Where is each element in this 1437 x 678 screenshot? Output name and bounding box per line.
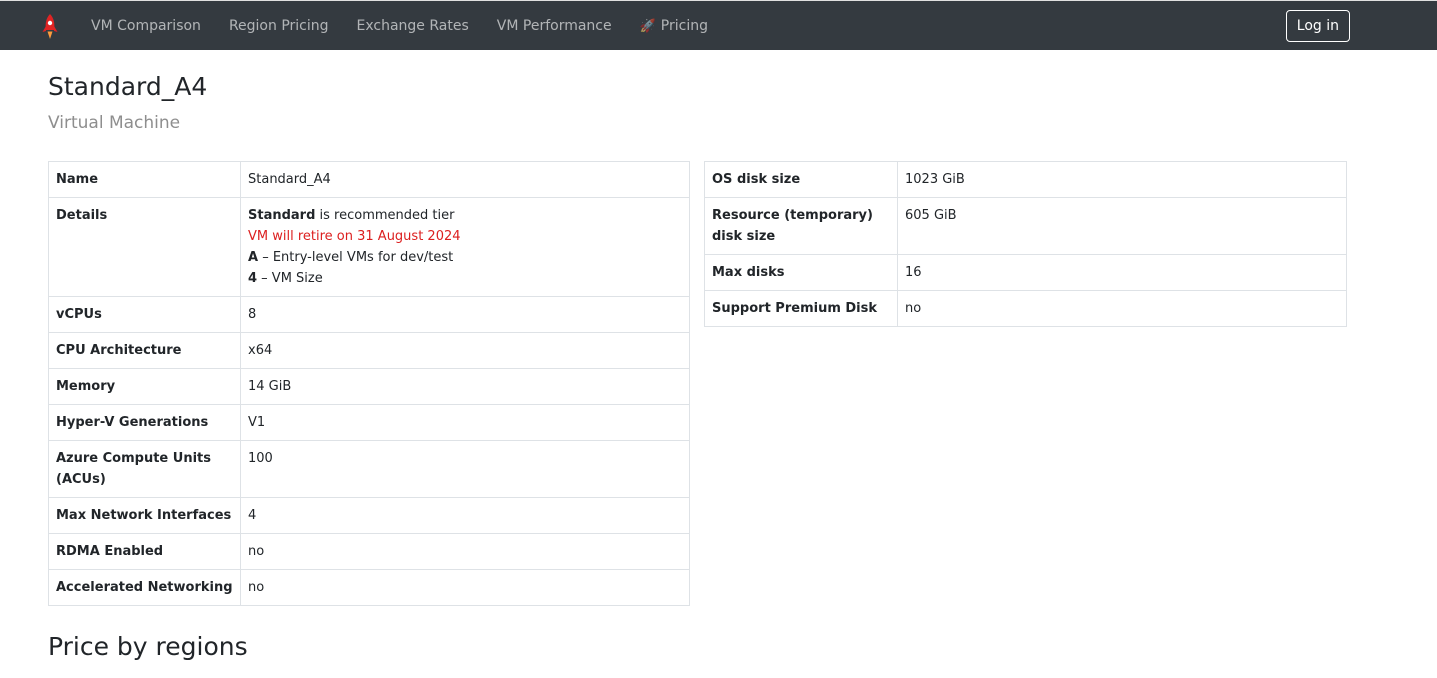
details-size: 4 – VM Size <box>248 268 682 289</box>
table-row: RDMA Enabled no <box>48 533 690 570</box>
table-row: Max Network Interfaces 4 <box>48 497 690 534</box>
spec-value: 1023 GiB <box>897 161 1347 198</box>
spec-value: V1 <box>240 404 690 441</box>
spec-value: 605 GiB <box>897 197 1347 255</box>
table-row: Max disks 16 <box>704 254 1347 291</box>
spec-value: 8 <box>240 296 690 333</box>
table-row: Accelerated Networking no <box>48 569 690 606</box>
table-row: Hyper-V Generations V1 <box>48 404 690 441</box>
nav-item-region-pricing[interactable]: Region Pricing <box>215 18 343 34</box>
spec-key: vCPUs <box>48 296 241 333</box>
table-row: Support Premium Disk no <box>704 290 1347 327</box>
table-row: vCPUs 8 <box>48 296 690 333</box>
page-subtitle: Virtual Machine <box>48 113 181 133</box>
spec-value: 100 <box>240 440 690 498</box>
navbar: VM Comparison Region Pricing Exchange Ra… <box>0 0 1437 50</box>
spec-key: Memory <box>48 368 241 405</box>
spec-value: Standard_A4 <box>240 161 690 198</box>
spec-value: 16 <box>897 254 1347 291</box>
nav-item-label: VM Performance <box>496 18 612 34</box>
spec-value: no <box>240 569 690 606</box>
login-button[interactable]: Log in <box>1285 10 1350 42</box>
rocket-logo-icon[interactable] <box>40 13 60 41</box>
nav-links: VM Comparison Region Pricing Exchange Ra… <box>77 1 722 51</box>
nav-item-label: Pricing <box>660 18 708 34</box>
table-row: Details Standard is recommended tier VM … <box>48 197 690 297</box>
spec-table-storage: OS disk size 1023 GiB Resource (temporar… <box>704 161 1347 327</box>
tier-text: is recommended tier <box>315 208 455 223</box>
table-row: Azure Compute Units (ACUs) 100 <box>48 440 690 498</box>
table-row: Memory 14 GiB <box>48 368 690 405</box>
details-tier: Standard is recommended tier <box>248 205 682 226</box>
tier-name: Standard <box>248 208 316 223</box>
spec-value: no <box>240 533 690 570</box>
spec-value: 14 GiB <box>240 368 690 405</box>
nav-item-vm-comparison[interactable]: VM Comparison <box>77 18 215 34</box>
spec-key: Details <box>48 197 241 297</box>
spec-key: OS disk size <box>704 161 898 198</box>
spec-table-general: Name Standard_A4 Details Standard is rec… <box>48 161 690 606</box>
section-title-price-by-regions: Price by regions <box>48 632 248 661</box>
family-code: A <box>248 250 259 265</box>
nav-item-label: VM Comparison <box>91 18 201 34</box>
retirement-notice: VM will retire on 31 August 2024 <box>248 229 461 244</box>
table-row: Name Standard_A4 <box>48 161 690 198</box>
nav-item-label: Region Pricing <box>228 18 329 34</box>
table-row: CPU Architecture x64 <box>48 332 690 369</box>
nav-item-exchange-rates[interactable]: Exchange Rates <box>343 18 483 34</box>
spec-key: Azure Compute Units (ACUs) <box>48 440 241 498</box>
spec-key: Resource (temporary) disk size <box>704 197 898 255</box>
spec-key: Name <box>48 161 241 198</box>
nav-item-pricing[interactable]: 🚀 Pricing <box>626 18 722 34</box>
page-title: Standard_A4 <box>48 72 208 101</box>
spec-key: Accelerated Networking <box>48 569 241 606</box>
details-family: A – Entry-level VMs for dev/test <box>248 247 682 268</box>
nav-item-vm-performance[interactable]: VM Performance <box>483 18 626 34</box>
spec-value: 4 <box>240 497 690 534</box>
size-code: 4 <box>248 271 258 286</box>
spec-key: Max disks <box>704 254 898 291</box>
spec-key: RDMA Enabled <box>48 533 241 570</box>
spec-key: CPU Architecture <box>48 332 241 369</box>
spec-key: Support Premium Disk <box>704 290 898 327</box>
spec-key: Max Network Interfaces <box>48 497 241 534</box>
spec-value-details: Standard is recommended tier VM will ret… <box>240 197 690 297</box>
family-text: – Entry-level VMs for dev/test <box>258 250 454 265</box>
table-row: OS disk size 1023 GiB <box>704 161 1347 198</box>
nav-item-label: Exchange Rates <box>356 18 469 34</box>
spec-value: x64 <box>240 332 690 369</box>
size-text: – VM Size <box>257 271 323 286</box>
rocket-icon: 🚀 <box>639 18 656 34</box>
spec-key: Hyper-V Generations <box>48 404 241 441</box>
table-row: Resource (temporary) disk size 605 GiB <box>704 197 1347 255</box>
spec-value: no <box>897 290 1347 327</box>
